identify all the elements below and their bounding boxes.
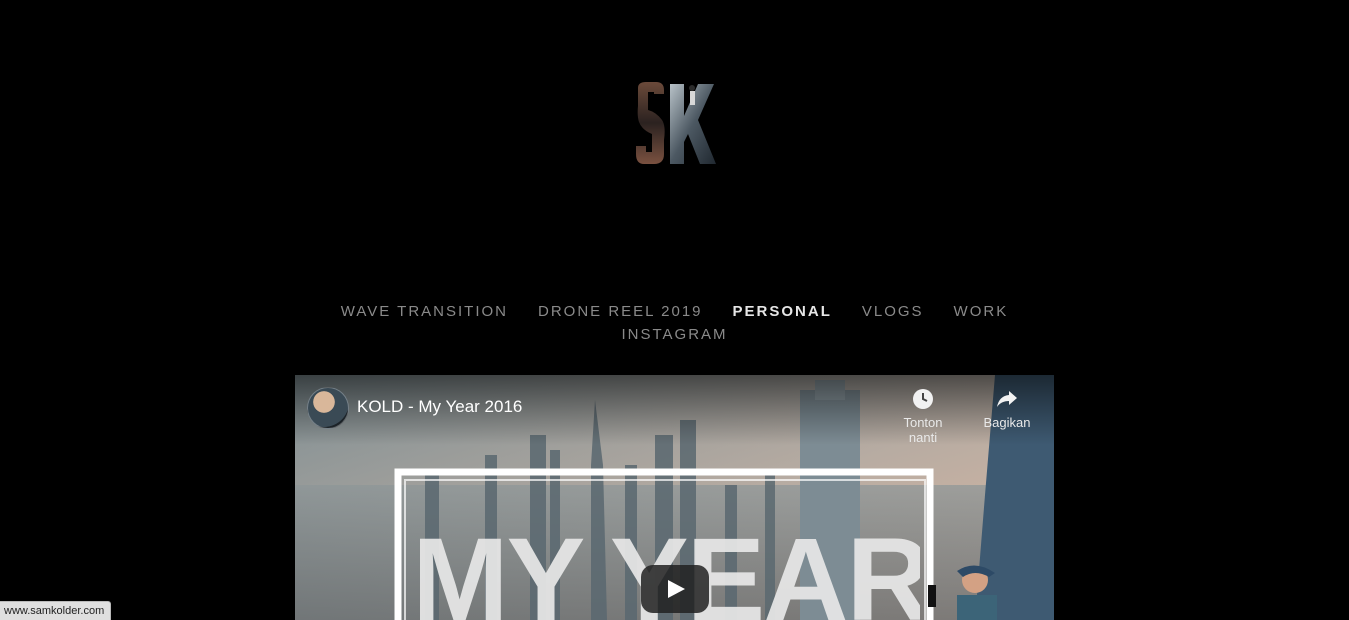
nav-item-wave-transition[interactable]: WAVE TRANSITION — [341, 300, 508, 323]
nav-item-vlogs[interactable]: VLOGS — [862, 300, 924, 323]
watch-later-button[interactable]: Tonton nanti — [891, 387, 955, 445]
clock-icon — [913, 389, 933, 409]
video-title[interactable]: KOLD - My Year 2016 — [357, 397, 522, 417]
nav-item-work[interactable]: WORK — [954, 300, 1009, 323]
nav-item-instagram[interactable]: INSTAGRAM — [621, 323, 727, 346]
video-embed[interactable]: KOLD - My Year 2016 Tonton nanti Bagikan… — [295, 375, 1054, 620]
share-label: Bagikan — [983, 415, 1031, 430]
channel-avatar[interactable] — [307, 387, 349, 429]
share-icon — [997, 391, 1017, 407]
main-nav: WAVE TRANSITION DRONE REEL 2019 PERSONAL… — [0, 300, 1349, 346]
status-bar-url: www.samkolder.com — [0, 601, 112, 620]
nav-row-2: INSTAGRAM — [0, 323, 1349, 346]
nav-item-drone-reel-2019[interactable]: DRONE REEL 2019 — [538, 300, 703, 323]
play-icon — [668, 580, 685, 598]
nav-row-1: WAVE TRANSITION DRONE REEL 2019 PERSONAL… — [0, 300, 1349, 323]
watch-later-label: Tonton nanti — [903, 415, 943, 445]
site-logo[interactable] — [634, 80, 718, 168]
logo-graphic — [636, 82, 716, 164]
play-button[interactable] — [641, 565, 709, 613]
page: WAVE TRANSITION DRONE REEL 2019 PERSONAL… — [0, 0, 1349, 620]
nav-item-personal[interactable]: PERSONAL — [733, 300, 832, 323]
share-button[interactable]: Bagikan — [975, 387, 1039, 430]
